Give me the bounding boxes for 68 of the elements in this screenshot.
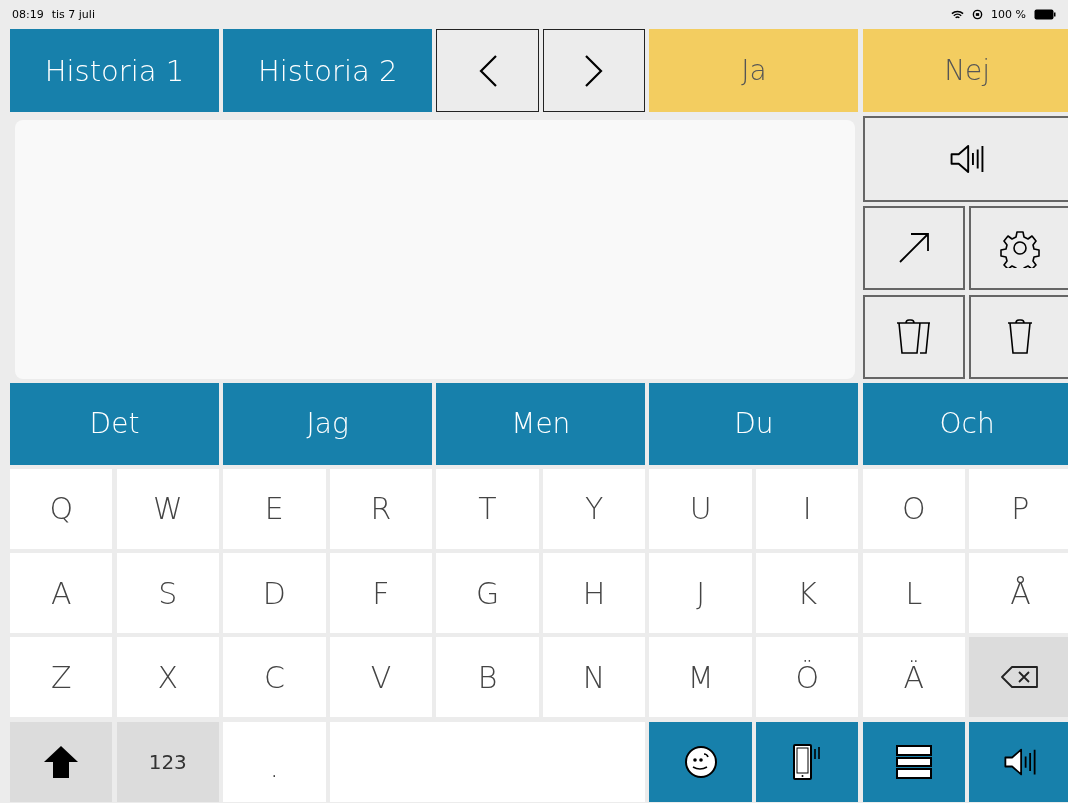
letter-key[interactable]: V: [329, 637, 433, 718]
letter-key[interactable]: B: [436, 637, 539, 718]
speak-key[interactable]: [969, 721, 1068, 802]
wifi-icon: [951, 9, 965, 20]
history-button[interactable]: Historia 1: [10, 29, 219, 112]
letter-key[interactable]: X: [116, 637, 219, 718]
backspace-icon: [1001, 665, 1040, 690]
smiley-face-icon: [683, 744, 718, 779]
period-key[interactable]: .: [223, 721, 326, 802]
back-button[interactable]: [436, 29, 539, 112]
status-date: tis 7 juli: [51, 8, 95, 21]
settings-button[interactable]: [969, 206, 1068, 291]
letter-key[interactable]: Q: [10, 468, 113, 549]
emoji-key[interactable]: [649, 721, 752, 802]
letter-key[interactable]: S: [116, 553, 219, 634]
letter-key[interactable]: Ö: [756, 637, 859, 718]
answer-button[interactable]: Nej: [862, 29, 1068, 112]
letter-key[interactable]: P: [969, 468, 1068, 549]
rotation-lock-icon: [972, 9, 984, 20]
letter-key[interactable]: W: [116, 468, 219, 549]
share-button[interactable]: [862, 206, 965, 291]
word-suggestion[interactable]: Jag: [223, 382, 433, 465]
letter-key[interactable]: M: [649, 637, 752, 718]
settings-icon: [1000, 228, 1041, 269]
letter-key[interactable]: Z: [10, 637, 113, 718]
letter-key[interactable]: K: [756, 553, 859, 634]
word-suggestion[interactable]: Och: [862, 382, 1068, 465]
letter-key[interactable]: Ä: [862, 637, 965, 718]
letter-key[interactable]: A: [10, 553, 113, 634]
letter-key[interactable]: Y: [542, 468, 646, 549]
menu-icon: [894, 743, 933, 780]
status-time: 08:19: [12, 8, 44, 21]
letter-key[interactable]: E: [223, 468, 326, 549]
device-key[interactable]: [756, 721, 859, 802]
clear-all-button[interactable]: [862, 294, 965, 379]
shift-key[interactable]: [10, 721, 113, 802]
menu-key[interactable]: [862, 721, 965, 802]
letter-key[interactable]: R: [329, 468, 433, 549]
backspace-key[interactable]: [969, 637, 1068, 718]
letter-key[interactable]: I: [756, 468, 859, 549]
battery-percent: 100 %: [991, 8, 1026, 21]
letter-key[interactable]: H: [542, 553, 646, 634]
letter-key[interactable]: F: [329, 553, 433, 634]
forward-button[interactable]: [542, 29, 646, 112]
letter-key[interactable]: C: [223, 637, 326, 718]
word-suggestion[interactable]: Men: [436, 382, 646, 465]
phone-vibrate-icon: [792, 742, 823, 781]
letter-key[interactable]: Å: [969, 553, 1068, 634]
speak-button[interactable]: [862, 116, 1068, 203]
history-button[interactable]: Historia 2: [223, 29, 433, 112]
delete-button[interactable]: [969, 294, 1068, 379]
trash-cans-icon: [894, 317, 933, 356]
letter-key[interactable]: L: [862, 553, 965, 634]
word-suggestion[interactable]: Det: [10, 382, 219, 465]
letter-key[interactable]: O: [862, 468, 965, 549]
answer-button[interactable]: Ja: [649, 29, 859, 112]
trash-can-icon: [1006, 317, 1035, 356]
chevron-right-icon: [584, 53, 605, 88]
numbers-key[interactable]: 123: [116, 721, 219, 802]
battery-icon: [1034, 9, 1056, 20]
chevron-left-icon: [477, 53, 498, 88]
letter-key[interactable]: U: [649, 468, 752, 549]
letter-key[interactable]: T: [436, 468, 539, 549]
letter-key[interactable]: G: [436, 553, 539, 634]
word-suggestion[interactable]: Du: [649, 382, 859, 465]
letter-key[interactable]: N: [542, 637, 646, 718]
letter-key[interactable]: D: [223, 553, 326, 634]
letter-key[interactable]: J: [649, 553, 752, 634]
